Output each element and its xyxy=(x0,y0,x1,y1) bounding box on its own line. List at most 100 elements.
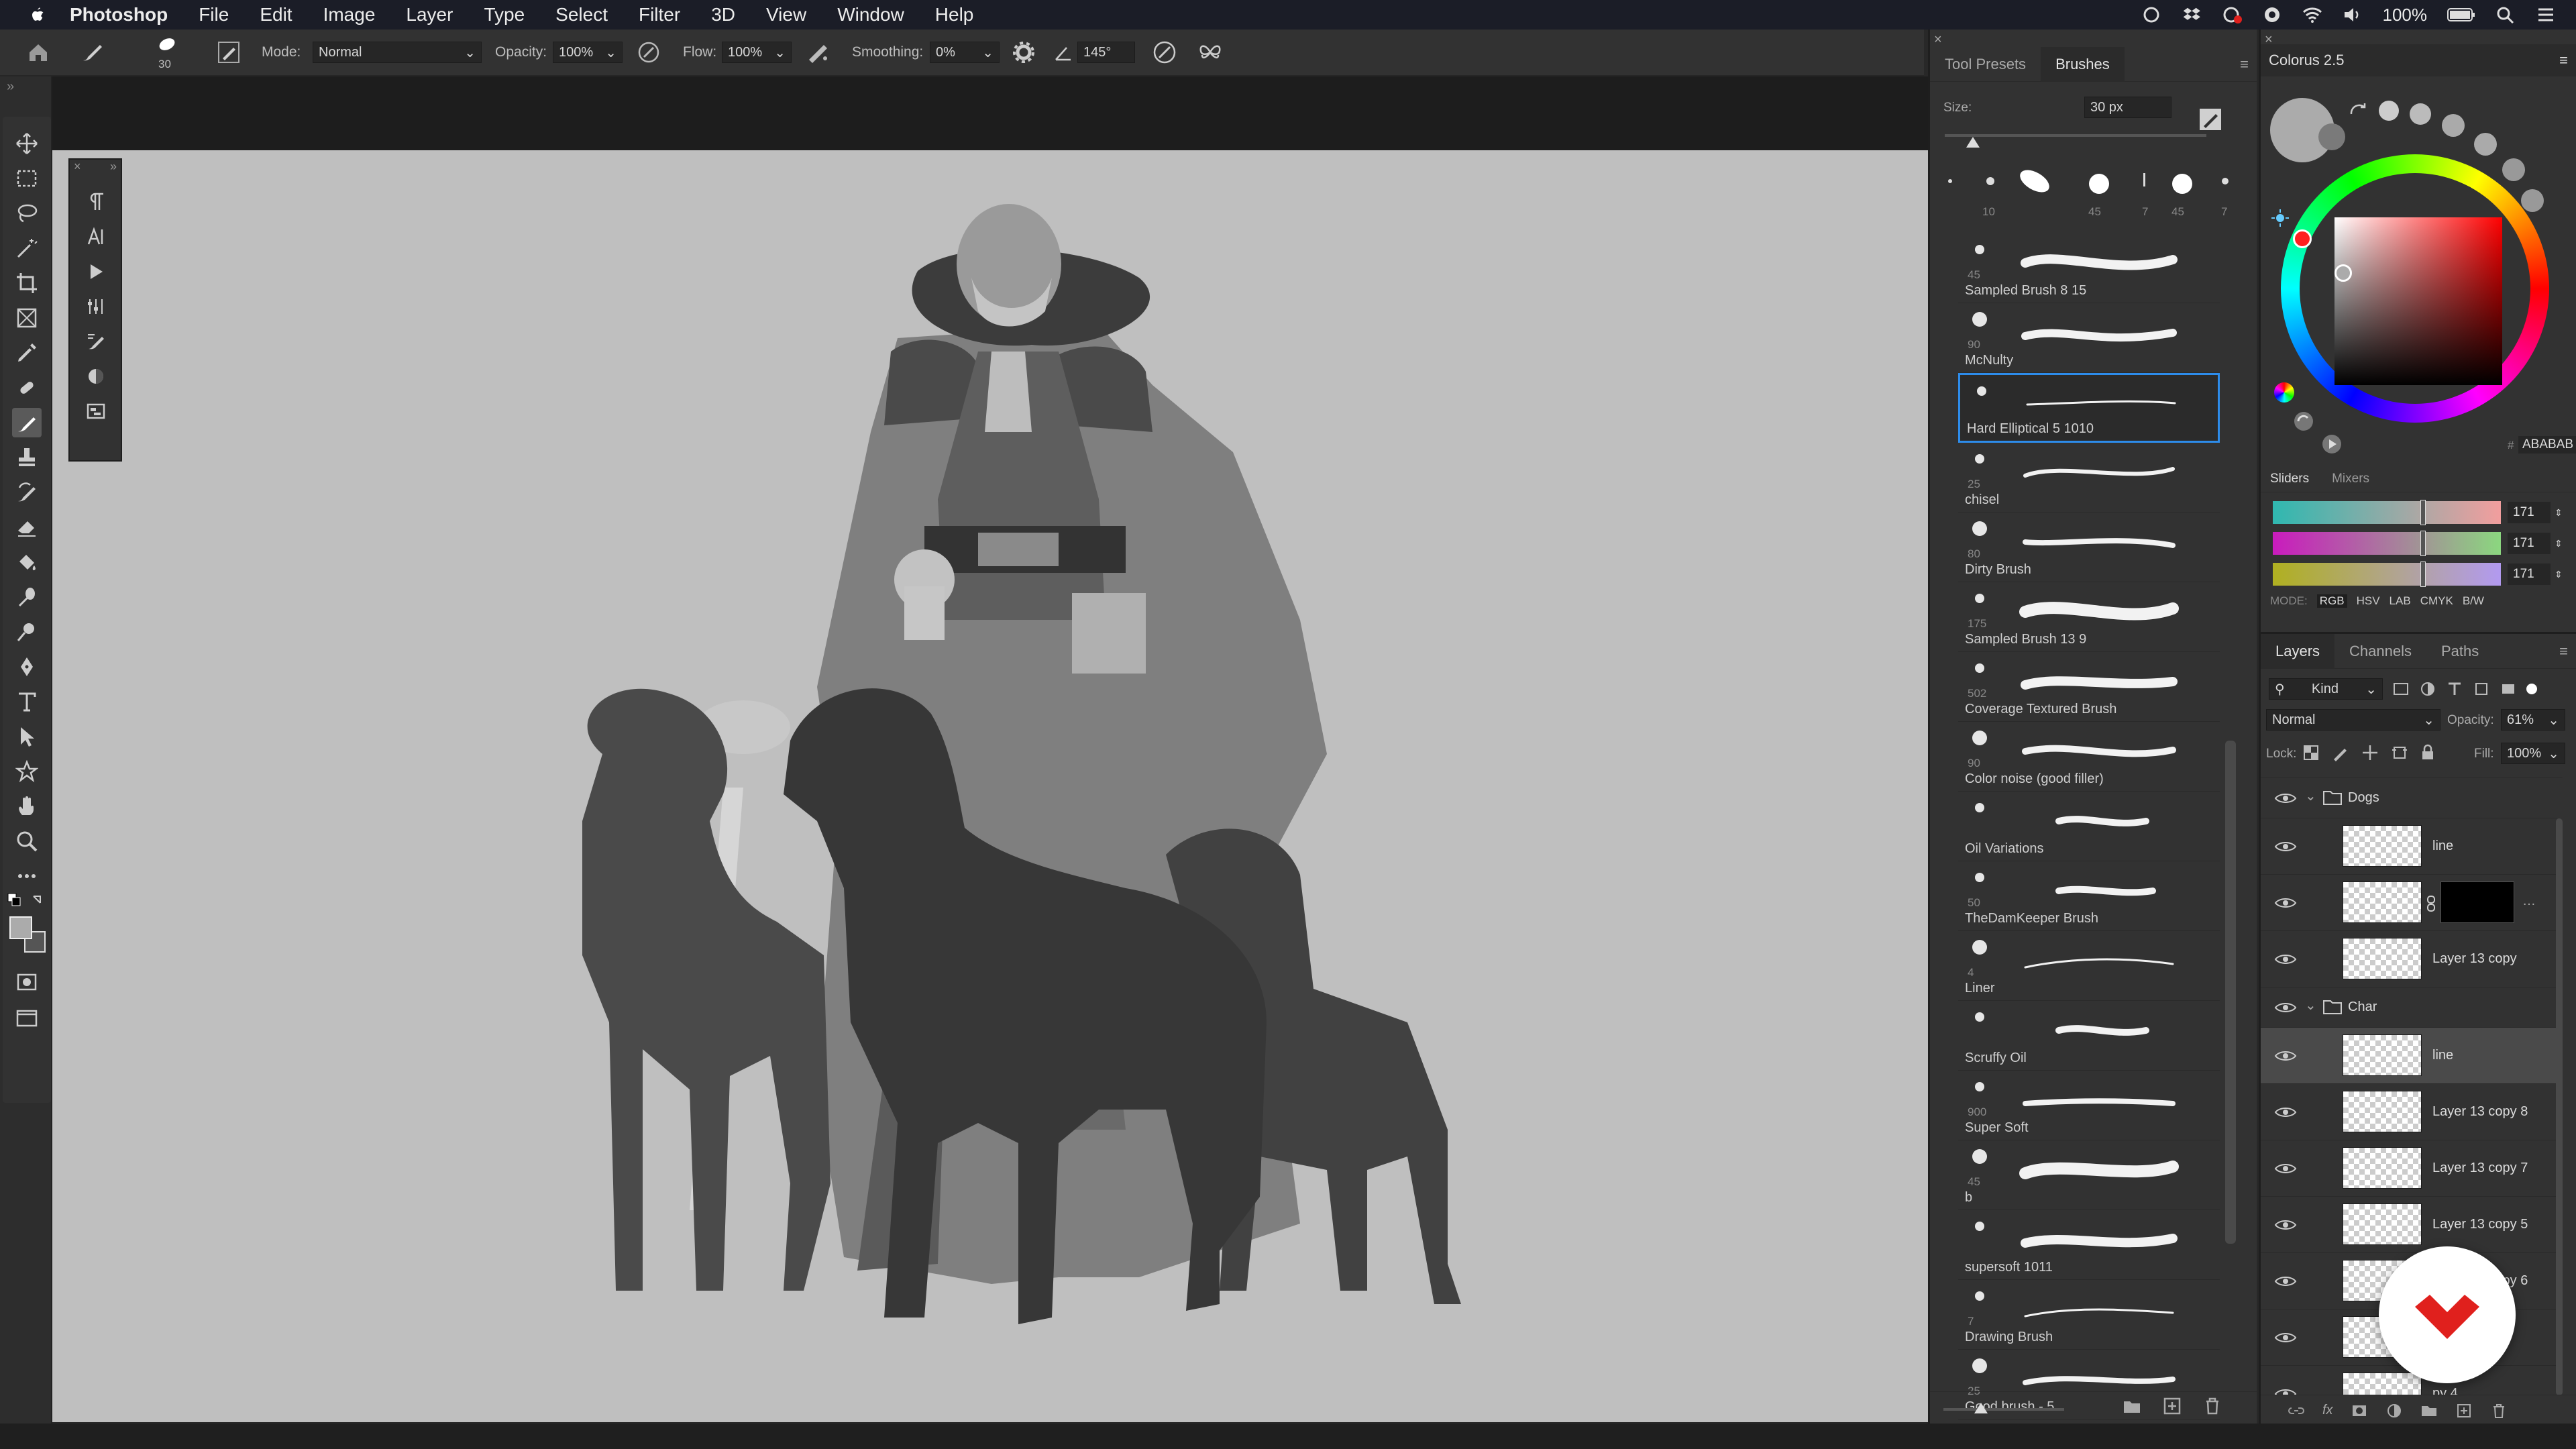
brush-preset-row[interactable]: 4 Liner xyxy=(1958,931,2220,1001)
recent-brush-tip-icon[interactable] xyxy=(2169,170,2196,197)
layer-row[interactable]: Layer 13 copy 7 xyxy=(2261,1140,2557,1197)
color-mode-wheel-icon[interactable] xyxy=(2274,382,2294,402)
collapse-icon[interactable]: » xyxy=(110,160,117,174)
previous-color-swatch[interactable] xyxy=(2318,123,2345,150)
visibility-eye-icon[interactable] xyxy=(2274,896,2297,910)
red-channel-slider[interactable] xyxy=(2273,500,2501,525)
lock-artboard-icon[interactable] xyxy=(2391,744,2408,761)
brush-size-preset-icon[interactable] xyxy=(2474,133,2497,156)
brush-tool-preset-icon[interactable] xyxy=(79,40,106,64)
brush-preset-row[interactable]: 502 Coverage Textured Brush xyxy=(1958,652,2220,722)
vpn-icon[interactable] xyxy=(2262,6,2282,23)
color-panel-icon[interactable] xyxy=(80,361,111,392)
magic-wand-tool-icon[interactable] xyxy=(12,233,42,263)
close-icon[interactable]: × xyxy=(74,160,81,174)
mode-lab[interactable]: LAB xyxy=(2390,594,2411,608)
layer-row[interactable]: Layer 13 copy 8 xyxy=(2261,1084,2557,1140)
menu-edit[interactable]: Edit xyxy=(260,4,292,25)
brush-size-preset-icon[interactable] xyxy=(2379,101,2399,121)
panel-menu-icon[interactable]: ≡ xyxy=(2559,52,2568,69)
create-new-brush-icon[interactable] xyxy=(2198,107,2222,131)
layer-group-char[interactable]: ⌄ Char xyxy=(2261,987,2557,1028)
filter-type-icon[interactable] xyxy=(2446,680,2463,698)
red-value-field[interactable]: 171 xyxy=(2508,502,2551,523)
green-value-field[interactable]: 171 xyxy=(2508,533,2551,554)
brush-tip-preview-icon[interactable] xyxy=(153,35,181,55)
foreground-color-swatch[interactable] xyxy=(9,916,32,939)
brush-settings-panel-icon[interactable] xyxy=(80,326,111,357)
visibility-eye-icon[interactable] xyxy=(2274,792,2297,805)
menu-type[interactable]: Type xyxy=(484,4,525,25)
blend-mode-select[interactable]: Normal ⌄ xyxy=(2266,709,2440,731)
new-group-folder-icon[interactable] xyxy=(2122,1396,2142,1416)
clone-stamp-tool-icon[interactable] xyxy=(12,443,42,472)
menu-view[interactable]: View xyxy=(766,4,806,25)
brush-preset-row[interactable]: 80 Dirty Brush xyxy=(1958,513,2220,582)
recent-brush-tip-icon[interactable] xyxy=(1943,174,1957,188)
paragraph-panel-icon[interactable] xyxy=(80,186,111,217)
tab-tool-presets[interactable]: Tool Presets xyxy=(1930,47,2041,82)
mode-rgb[interactable]: RGB xyxy=(2316,594,2347,608)
foreground-background-color-swatches[interactable] xyxy=(9,916,47,954)
mode-hsv[interactable]: HSV xyxy=(2357,594,2380,608)
history-brush-tool-icon[interactable] xyxy=(12,478,42,507)
layer-effects-fx-icon[interactable]: fx xyxy=(2322,1403,2333,1418)
tab-layers[interactable]: Layers xyxy=(2261,633,2335,669)
menu-layer[interactable]: Layer xyxy=(406,4,453,25)
layer-opacity-field[interactable]: 61% ⌄ xyxy=(2501,709,2565,731)
close-panel-icon[interactable]: × xyxy=(1934,32,1942,48)
play-icon[interactable] xyxy=(2320,432,2344,456)
brush-preset-row[interactable]: 25 chisel xyxy=(1958,443,2220,513)
tab-paths[interactable]: Paths xyxy=(2426,634,2493,669)
filter-smart-object-icon[interactable] xyxy=(2500,680,2517,698)
brush-preset-row[interactable]: Scruffy Oil xyxy=(1958,1001,2220,1071)
preview-size-thumb[interactable] xyxy=(1974,1403,1988,1413)
brush-preset-row[interactable]: supersoft 1011 xyxy=(1958,1210,2220,1280)
brush-preset-row[interactable]: 900 Super Soft xyxy=(1958,1071,2220,1140)
mode-bw[interactable]: B/W xyxy=(2463,594,2484,608)
recent-brush-tip-icon[interactable] xyxy=(2218,174,2232,188)
frame-tool-icon[interactable] xyxy=(12,303,42,333)
size-slider-thumb[interactable] xyxy=(1966,137,1980,148)
link-layers-icon[interactable] xyxy=(2288,1402,2305,1419)
tab-mixers[interactable]: Mixers xyxy=(2332,472,2369,486)
more-options-icon[interactable]: … xyxy=(2522,894,2536,909)
layers-scrollbar[interactable] xyxy=(2556,818,2563,1395)
pen-tool-icon[interactable] xyxy=(12,652,42,682)
character-panel-icon[interactable] xyxy=(80,221,111,252)
move-tool-icon[interactable] xyxy=(12,129,42,158)
lock-transparent-pixels-icon[interactable] xyxy=(2302,744,2320,761)
visibility-eye-icon[interactable] xyxy=(2274,1001,2297,1014)
healing-brush-tool-icon[interactable] xyxy=(12,373,42,402)
visibility-eye-icon[interactable] xyxy=(2274,1218,2297,1232)
dodge-tool-icon[interactable] xyxy=(12,617,42,647)
custom-shape-tool-icon[interactable] xyxy=(12,757,42,786)
default-colors-swap-icon[interactable] xyxy=(7,892,47,912)
tab-brushes[interactable]: Brushes xyxy=(2041,46,2125,82)
brush-preset-row[interactable]: 45 b xyxy=(1958,1140,2220,1210)
brush-tool-icon[interactable] xyxy=(12,408,42,437)
menu-image[interactable]: Image xyxy=(323,4,376,25)
brush-preset-row[interactable]: 45 Sampled Brush 8 15 xyxy=(1958,233,2220,303)
lock-position-icon[interactable] xyxy=(2361,744,2379,761)
adjustments-icon[interactable] xyxy=(80,291,111,322)
menu-help[interactable]: Help xyxy=(935,4,974,25)
actions-play-icon[interactable] xyxy=(80,256,111,287)
panel-menu-icon[interactable]: ≡ xyxy=(2559,643,2568,660)
recent-brush-tip-icon[interactable] xyxy=(2016,168,2053,195)
recent-brush-tip-icon[interactable] xyxy=(2086,170,2112,197)
lock-all-icon[interactable] xyxy=(2419,744,2436,761)
smoothing-field[interactable]: 0% ⌄ xyxy=(930,42,1000,63)
blue-value-field[interactable]: 171 xyxy=(2508,564,2551,585)
new-layer-icon[interactable] xyxy=(2455,1402,2473,1419)
filter-shape-icon[interactable] xyxy=(2473,680,2490,698)
brush-preset-row[interactable]: Hard Elliptical 5 1010 xyxy=(1958,373,2220,443)
zoom-tool-icon[interactable] xyxy=(12,826,42,856)
spotlight-search-icon[interactable] xyxy=(2496,6,2516,23)
delete-brush-trash-icon[interactable] xyxy=(2202,1396,2222,1416)
fill-field[interactable]: 100% ⌄ xyxy=(2501,743,2565,764)
mask-link-chain-icon[interactable] xyxy=(2426,895,2436,912)
saturation-value-square[interactable] xyxy=(2334,217,2502,385)
volume-icon[interactable] xyxy=(2343,6,2363,23)
hex-value-field[interactable]: ABABAB xyxy=(2518,436,2576,453)
